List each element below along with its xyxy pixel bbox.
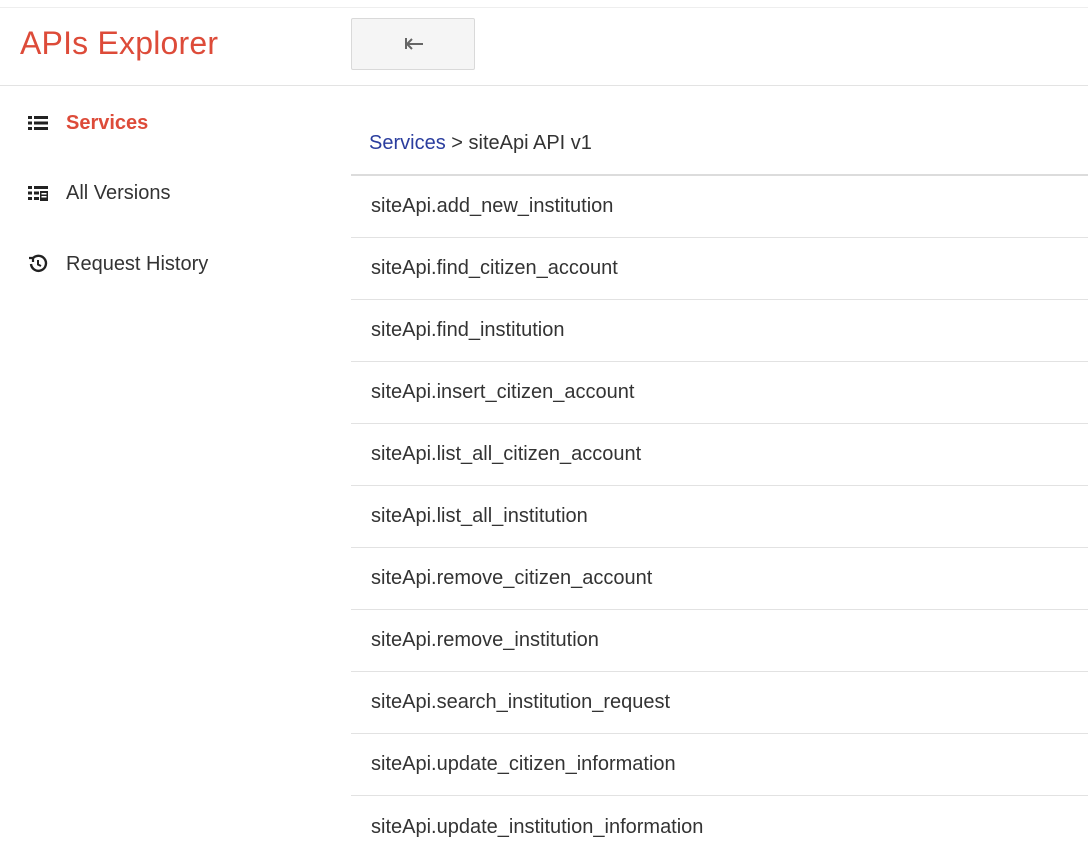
method-list: siteApi.add_new_institution siteApi.find… xyxy=(351,174,1088,858)
method-item[interactable]: siteApi.insert_citizen_account xyxy=(351,362,1088,424)
sidebar-item-request-history[interactable]: Request History xyxy=(28,249,208,279)
sidebar-item-label: Request History xyxy=(66,252,209,275)
sidebar-item-label: All Versions xyxy=(66,181,171,204)
method-item[interactable]: siteApi.add_new_institution xyxy=(351,176,1088,238)
method-item[interactable]: siteApi.find_institution xyxy=(351,300,1088,362)
method-item[interactable]: siteApi.list_all_citizen_account xyxy=(351,424,1088,486)
method-item[interactable]: siteApi.remove_institution xyxy=(351,610,1088,672)
sidebar-item-label: Services xyxy=(66,111,149,134)
history-icon xyxy=(28,254,48,274)
back-arrow-icon xyxy=(405,38,423,50)
breadcrumb: Services > siteApi API v1 xyxy=(369,130,592,156)
top-bar: APIs Explorer xyxy=(0,0,1088,86)
method-item[interactable]: siteApi.update_institution_information xyxy=(351,796,1088,858)
sidebar-item-all-versions[interactable]: All Versions xyxy=(28,178,171,208)
top-divider xyxy=(0,7,1088,8)
versions-icon xyxy=(28,183,48,203)
method-item[interactable]: siteApi.remove_citizen_account xyxy=(351,548,1088,610)
method-item[interactable]: siteApi.update_citizen_information xyxy=(351,734,1088,796)
list-icon xyxy=(28,113,48,133)
method-item[interactable]: siteApi.list_all_institution xyxy=(351,486,1088,548)
sidebar-item-services[interactable]: Services xyxy=(28,108,148,138)
back-button[interactable] xyxy=(351,18,475,70)
breadcrumb-separator: > xyxy=(451,132,463,154)
breadcrumb-services-link[interactable]: Services xyxy=(369,132,446,154)
method-item[interactable]: siteApi.search_institution_request xyxy=(351,672,1088,734)
breadcrumb-current: siteApi API v1 xyxy=(468,132,592,154)
method-item[interactable]: siteApi.find_citizen_account xyxy=(351,238,1088,300)
app-title[interactable]: APIs Explorer xyxy=(20,23,218,63)
